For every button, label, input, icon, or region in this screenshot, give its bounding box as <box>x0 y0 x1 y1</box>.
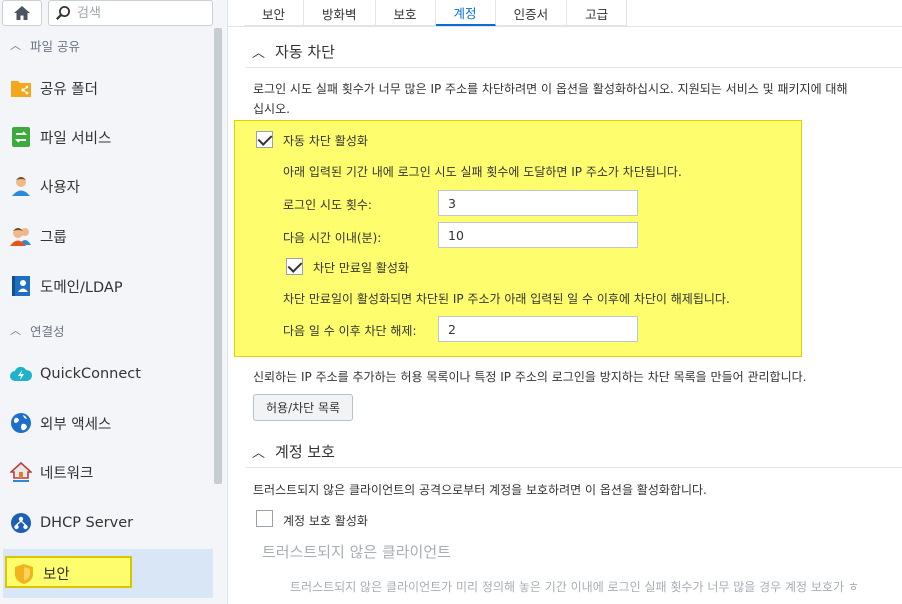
auto-block-enable-checkbox[interactable] <box>256 131 273 148</box>
untrusted-clients-heading: 트러스트되지 않은 클라이언트 <box>262 543 451 561</box>
sidebar-item-label: 사용자 <box>40 179 81 196</box>
block-expiration-label: 차단 만료일 활성화 <box>313 261 409 275</box>
chevron-up-icon: ︿ <box>252 45 266 61</box>
home-icon <box>14 6 30 20</box>
tab-account[interactable]: 계정 <box>435 0 496 26</box>
shared-folder-icon <box>10 77 32 99</box>
block-expiration-checkbox[interactable] <box>286 258 303 275</box>
account-protection-description: 트러스트되지 않은 클라이언트의 공격으로부터 계정을 보호하려면 이 옵션을 … <box>253 483 707 497</box>
section-title: 자동 차단 <box>275 42 335 61</box>
sidebar-item-users[interactable]: 사용자 <box>0 162 214 210</box>
sidebar-item-label: 그룹 <box>40 229 67 246</box>
tab-certificate[interactable]: 인증서 <box>496 0 568 26</box>
sidebar-item-dhcp-server[interactable]: DHCP Server <box>0 499 214 547</box>
home-button[interactable] <box>2 0 42 26</box>
untrusted-clients-description: 트러스트되지 않은 클라이언트가 미리 정의해 놓은 기간 이내에 로그인 실패… <box>290 580 859 594</box>
sidebar-item-label: 공유 폴더 <box>40 81 98 98</box>
sidebar-item-label: 네트워크 <box>40 465 94 482</box>
sidebar-scrollbar[interactable] <box>214 28 222 484</box>
sidebar-item-label: 도메인/LDAP <box>40 279 123 296</box>
auto-block-info: 아래 입력된 기간 내에 로그인 시도 실패 횟수에 도달하면 IP 주소가 차… <box>283 165 682 179</box>
tab-protection[interactable]: 보호 <box>376 0 436 26</box>
network-icon <box>10 461 32 483</box>
login-attempts-field[interactable]: 3 <box>438 190 638 216</box>
chevron-up-icon: ︿ <box>10 39 21 52</box>
section-label: 파일 공유 <box>30 38 80 54</box>
globe-icon <box>10 412 32 434</box>
section-label: 연결성 <box>30 323 65 339</box>
sidebar-item-label: 파일 서비스 <box>40 130 112 147</box>
domain-ldap-icon <box>10 275 32 297</box>
block-expiration-info: 차단 만료일이 활성화되면 차단된 IP 주소가 아래 입력된 일 수 이후에 … <box>283 292 730 306</box>
search-box[interactable] <box>48 0 213 26</box>
chevron-up-icon: ︿ <box>252 445 266 461</box>
unblock-days-field[interactable]: 2 <box>438 316 638 342</box>
divider <box>246 67 902 68</box>
account-protection-enable-label: 계정 보호 활성화 <box>283 514 368 528</box>
account-protection-enable-checkbox[interactable] <box>256 510 273 527</box>
sidebar: ︿ 파일 공유 공유 폴더 파일 서비스 사용자 그룹 도메인/LDAP ︿ 연… <box>0 0 228 604</box>
sidebar-item-label: QuickConnect <box>40 366 141 382</box>
sidebar-item-quickconnect[interactable]: QuickConnect <box>0 350 214 398</box>
sidebar-item-network[interactable]: 네트워크 <box>0 448 214 496</box>
sidebar-item-domain-ldap[interactable]: 도메인/LDAP <box>0 262 214 310</box>
shield-icon <box>13 563 35 585</box>
login-attempts-label: 로그인 시도 횟수: <box>283 198 372 212</box>
tab-firewall[interactable]: 방화벽 <box>304 0 376 26</box>
section-title: 계정 보호 <box>275 442 335 461</box>
allow-block-list-button[interactable]: 허용/차단 목록 <box>253 394 354 421</box>
section-file-sharing[interactable]: ︿ 파일 공유 <box>0 32 214 58</box>
file-services-icon <box>10 126 32 148</box>
search-icon <box>56 6 70 20</box>
auto-block-description-cont: 십시오. <box>253 102 290 116</box>
sidebar-item-external-access[interactable]: 외부 액세스 <box>0 399 214 447</box>
auto-block-description: 로그인 시도 실패 횟수가 너무 많은 IP 주소를 차단하려면 이 옵션을 활… <box>253 82 848 96</box>
allow-block-list-description: 신뢰하는 IP 주소를 추가하는 허용 목록이나 특정 IP 주소의 로그인을 … <box>253 370 807 384</box>
sidebar-item-shared-folder[interactable]: 공유 폴더 <box>0 64 214 112</box>
sidebar-item-groups[interactable]: 그룹 <box>0 212 214 260</box>
chevron-up-icon: ︿ <box>10 324 21 337</box>
sidebar-item-label: 보안 <box>43 567 70 583</box>
section-connectivity[interactable]: ︿ 연결성 <box>0 317 214 343</box>
divider <box>246 467 902 468</box>
tabs-divider <box>228 26 902 27</box>
user-icon <box>10 175 32 197</box>
sidebar-item-label: DHCP Server <box>40 515 134 531</box>
sidebar-item-file-services[interactable]: 파일 서비스 <box>0 113 214 161</box>
within-minutes-label: 다음 시간 이내(분): <box>283 231 382 245</box>
dhcp-server-icon <box>10 512 32 534</box>
group-icon <box>10 225 32 247</box>
quickconnect-icon <box>10 363 32 385</box>
sidebar-item-label: 외부 액세스 <box>40 416 112 433</box>
tab-bar: 보안 방화벽 보호 계정 인증서 고급 <box>244 0 628 26</box>
auto-block-header[interactable]: ︿ 자동 차단 <box>252 38 335 64</box>
tab-advanced[interactable]: 고급 <box>567 0 628 26</box>
unblock-days-label: 다음 일 수 이후 차단 해제: <box>283 324 417 338</box>
auto-block-enable-label: 자동 차단 활성화 <box>283 134 368 148</box>
sidebar-item-security[interactable]: 보안 <box>3 549 213 598</box>
search-input[interactable] <box>75 4 205 22</box>
tab-security[interactable]: 보안 <box>244 0 305 26</box>
account-protection-header[interactable]: ︿ 계정 보호 <box>252 438 335 464</box>
within-minutes-field[interactable]: 10 <box>438 222 638 248</box>
